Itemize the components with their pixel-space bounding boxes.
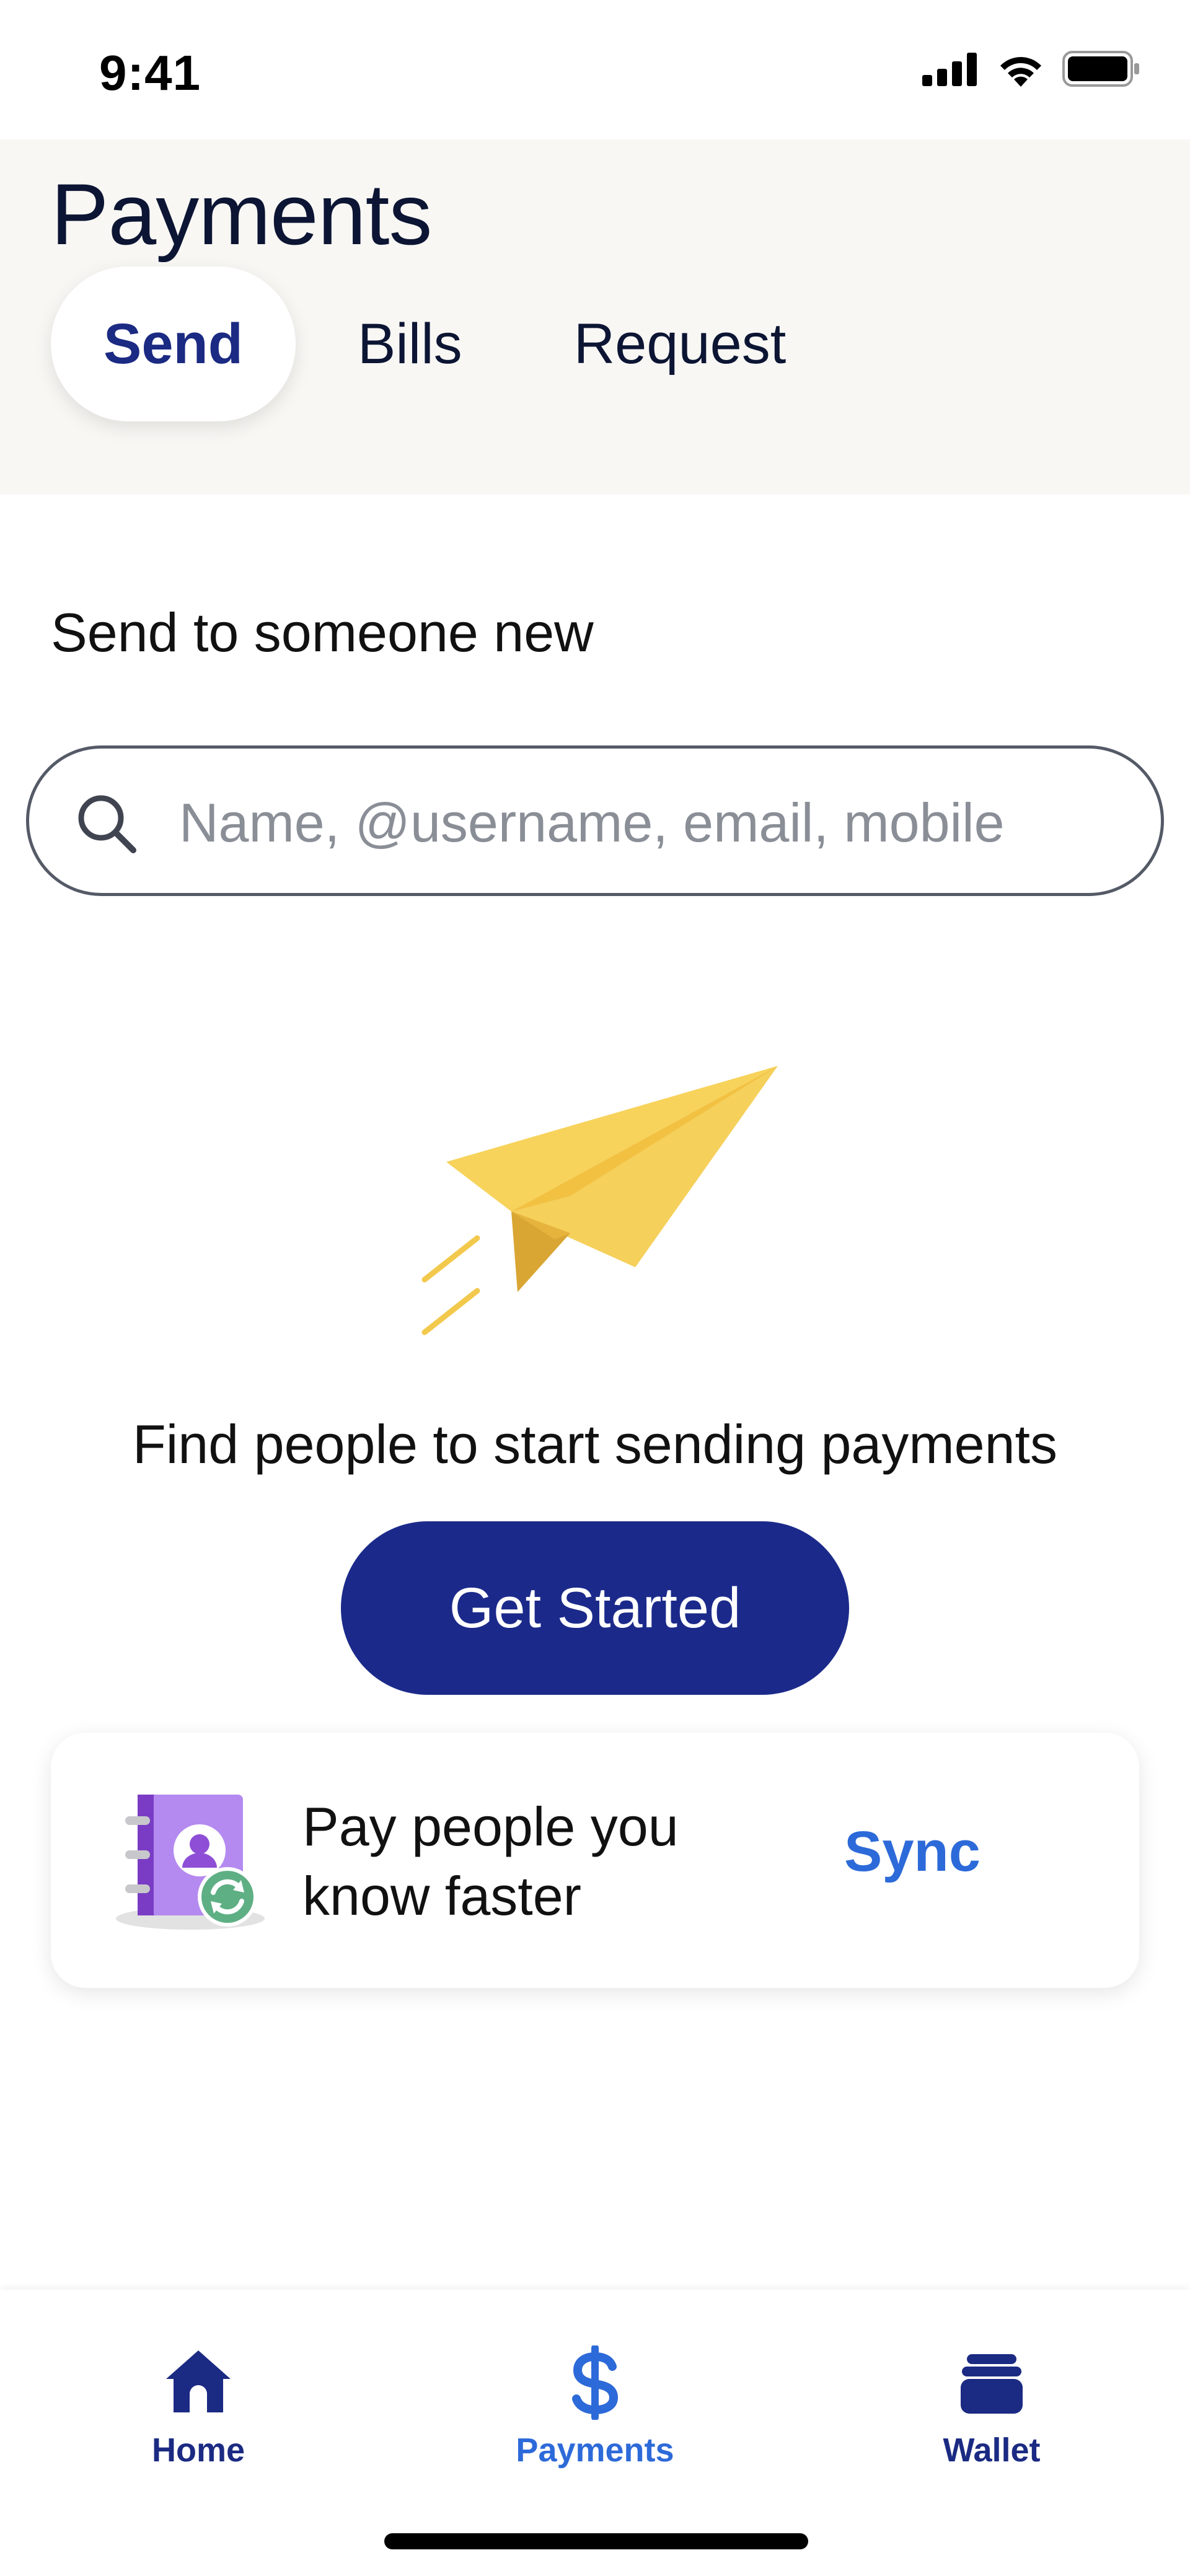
status-icons xyxy=(922,51,1140,87)
payment-tabs: Send Bills Request xyxy=(51,266,786,421)
sync-text-line-1: Pay people you xyxy=(302,1796,679,1857)
search-icon xyxy=(78,795,136,853)
wallet-icon xyxy=(961,2354,1023,2414)
nav-home[interactable]: Home xyxy=(68,2345,328,2482)
battery-icon xyxy=(1062,51,1139,87)
payments-header: Payments Send Bills Request xyxy=(0,139,1190,495)
nav-wallet-label: Wallet xyxy=(943,2432,1041,2469)
sync-button[interactable]: Sync xyxy=(844,1819,981,1884)
nav-wallet[interactable]: Wallet xyxy=(862,2345,1122,2482)
page-title: Payments xyxy=(51,165,432,263)
dollar-icon xyxy=(572,2345,619,2420)
home-indicator xyxy=(384,2533,808,2549)
search-box[interactable] xyxy=(26,745,1164,896)
status-time: 9:41 xyxy=(99,45,201,100)
home-icon xyxy=(166,2350,231,2412)
get-started-button[interactable]: Get Started xyxy=(341,1521,849,1695)
sync-text-line-2: know faster xyxy=(302,1865,581,1927)
tab-request[interactable]: Request xyxy=(574,266,787,421)
search-input[interactable] xyxy=(179,767,1134,879)
sync-contacts-card: Pay people you know faster Sync xyxy=(51,1733,1139,1988)
empty-state-message: Find people to start sending payments xyxy=(132,1413,1057,1475)
nav-payments[interactable]: Payments xyxy=(465,2345,725,2482)
tab-send[interactable]: Send xyxy=(51,266,296,421)
section-label: Send to someone new xyxy=(51,602,594,663)
paper-plane-illustration xyxy=(421,1066,778,1335)
payments-screen: 9:41 Payments Send Bills Request Send to… xyxy=(0,0,1190,2576)
sync-promo-text: Pay people you know faster xyxy=(302,1792,798,1931)
tab-bills[interactable]: Bills xyxy=(358,266,462,421)
wifi-icon xyxy=(1000,57,1041,87)
nav-home-label: Home xyxy=(151,2432,245,2469)
contact-book-sync-icon xyxy=(116,1795,265,1930)
status-bar: 9:41 xyxy=(0,0,1190,139)
cellular-signal-icon xyxy=(922,53,977,86)
nav-payments-label: Payments xyxy=(516,2432,674,2469)
